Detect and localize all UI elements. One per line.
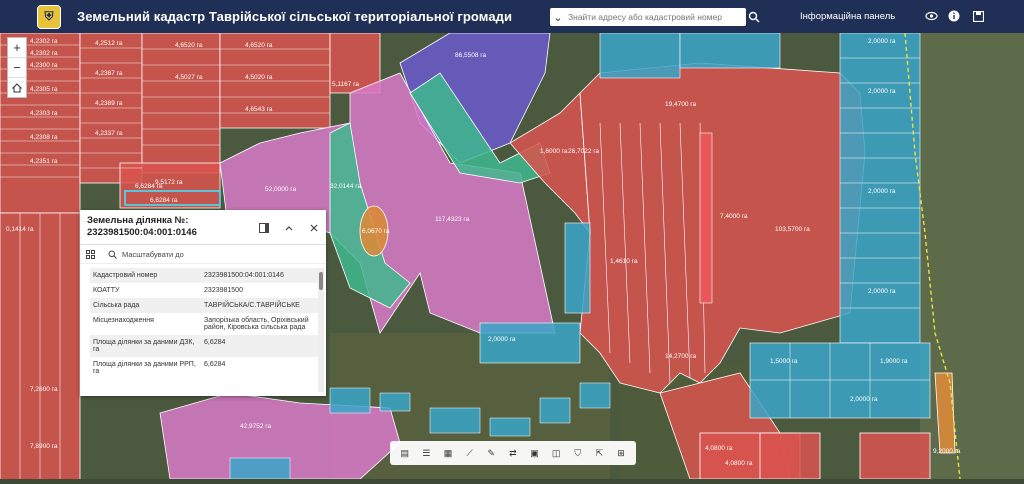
table-row: Сільська рада ТАВРІЙСЬКА/С.ТАВРІЙСЬКЕ — [90, 298, 318, 313]
parcel-label: 4,2308 га — [30, 134, 58, 141]
parcel-label: 117,4323 га — [435, 216, 470, 223]
parcel-label: 4,2387 га — [95, 70, 123, 77]
list-icon[interactable]: ☰ — [419, 446, 433, 460]
legend-icon[interactable]: ▦ — [441, 446, 455, 460]
home-icon[interactable] — [8, 78, 26, 97]
parcel-label: 0,1414 га — [6, 226, 34, 233]
table-row: Кадастровий номер 2323981500:04:001:0146 — [90, 268, 318, 283]
parcel-label: 86,5508 га — [455, 52, 487, 59]
table-row: КОАТТУ 2323981500 — [93, 287, 243, 294]
close-icon[interactable] — [308, 222, 320, 234]
parcel-label: 7,8900 га — [30, 443, 58, 450]
parcel-label: 1,9000 га — [880, 358, 908, 365]
save-icon[interactable] — [971, 9, 985, 23]
search-icon[interactable] — [748, 10, 762, 24]
parcel-blue-4[interactable] — [749, 342, 931, 419]
popup-title: Земельна ділянка №: 2323981500:04:001:01… — [87, 215, 197, 238]
print-icon[interactable]: ▣ — [528, 446, 542, 460]
chevron-up-icon[interactable] — [283, 222, 295, 234]
app-title: Земельний кадастр Таврійської сільської … — [77, 9, 513, 24]
parcel-label: 26,7022 га — [568, 148, 600, 155]
zoom-to-icon[interactable] — [106, 248, 118, 260]
parcel-label: 4,2302 га — [30, 50, 58, 57]
parcel-label: 4,6520 га — [175, 42, 203, 49]
layers-icon[interactable]: ▤ — [398, 446, 412, 460]
measure-icon[interactable]: ⟋ — [463, 446, 477, 460]
parcel-label: 6,0670 га — [362, 228, 390, 235]
table-row: Площа ділянки за даними РРП, га 6,6284 — [93, 361, 226, 375]
popup-actions: Масштабувати до — [80, 245, 326, 264]
search-box[interactable]: ⌄ — [550, 8, 746, 26]
eye-icon[interactable] — [924, 9, 938, 23]
parcel-label: 7,4000 га — [720, 213, 748, 220]
search-input[interactable] — [566, 11, 740, 23]
parcel-label: 4,5027 га — [175, 74, 203, 81]
parcel-label: 2,0000 га — [868, 38, 896, 45]
table-row: Площа ділянки за даними ДЗК, га 6,6284 — [90, 335, 318, 357]
parcel-label: 4,6520 га — [245, 42, 273, 49]
parcel-label: 1,6000 га — [540, 148, 568, 155]
chevron-down-icon[interactable]: ⌄ — [550, 11, 566, 24]
parcel-label: 103,5700 га — [775, 226, 810, 233]
popup-scrollbar[interactable] — [318, 268, 324, 392]
parcel-label: 2,0000 га — [868, 88, 896, 95]
filter-icon[interactable]: ⛉ — [571, 446, 585, 460]
parcel-blue-6[interactable] — [564, 222, 591, 314]
parcel-label: 42,9752 га — [240, 423, 272, 430]
info-panel-link[interactable]: Інформаційна панель — [800, 11, 895, 22]
popup-header: Земельна ділянка №: 2323981500:04:001:01… — [80, 210, 326, 245]
parcel-label: 4,2302 га — [30, 38, 58, 45]
parcel-label: 7,2600 га — [30, 386, 58, 393]
parcel-label: 2,0000 га — [868, 188, 896, 195]
parcel-label: 9,5172 га — [155, 179, 183, 186]
parcel-label: 2,0000 га — [850, 396, 878, 403]
parcel-label: 52,0000 га — [265, 186, 297, 193]
parcel-label: 4,2300 га — [30, 62, 58, 69]
parcel-red-bottom-4[interactable] — [859, 432, 931, 480]
export-icon[interactable]: ⇱ — [592, 446, 606, 460]
basemap-icon[interactable]: ⊞ — [614, 446, 628, 460]
zoom-out-button[interactable]: − — [8, 58, 26, 78]
zoom-to-button[interactable]: Масштабувати до — [122, 250, 184, 259]
draw-icon[interactable]: ✎ — [484, 446, 498, 460]
parcel-label: 4,2512 га — [95, 40, 123, 47]
parcel-label: 9,2000 га — [933, 448, 961, 455]
coat-of-arms-icon: ⛨ — [37, 4, 61, 29]
parcel-label: 2,0000 га — [488, 336, 516, 343]
parcel-popup: Земельна ділянка №: 2323981500:04:001:01… — [80, 210, 326, 396]
parcel-label: 14,2700 га — [665, 353, 697, 360]
parcel-label: 4,2351 га — [30, 158, 58, 165]
parcel-label: 2,0000 га — [868, 288, 896, 295]
parcel-label: 4,6543 га — [245, 106, 273, 113]
expand-icon[interactable] — [84, 248, 96, 260]
bottom-toolbar: ▤ ☰ ▦ ⟋ ✎ ⇄ ▣ ◫ ⛉ ⇱ ⊞ — [390, 441, 636, 465]
parcel-label: 5,1167 га — [332, 81, 359, 88]
table-row: Місцезнаходження Запорізька область, Оріх… — [93, 317, 309, 331]
parcel-label: 4,5020 га — [245, 74, 273, 81]
parcel-red-bottom-3[interactable] — [759, 432, 821, 480]
parcel-label: 4,0800 га — [725, 460, 753, 467]
parcel-label: 1,4610 га — [610, 258, 638, 265]
share-icon[interactable]: ⇄ — [506, 446, 520, 460]
parcel-label: 4,2389 га — [95, 100, 123, 107]
parcel-label: 6,6284 га — [150, 197, 178, 204]
bookmark-icon[interactable]: ◫ — [549, 446, 563, 460]
zoom-in-button[interactable]: + — [8, 38, 26, 58]
parcel-label: 4,2337 га — [95, 130, 123, 137]
parcel-label: 4,2303 га — [30, 110, 58, 117]
parcel-label: 4,2305 га — [30, 86, 58, 93]
parcel-label: 32,0144 га — [330, 183, 362, 190]
info-icon[interactable] — [947, 9, 961, 23]
parcel-label: 4,0800 га — [705, 445, 733, 452]
parcel-blue-2[interactable] — [679, 32, 781, 69]
parcel-label: 19,4700 га — [665, 101, 697, 108]
parcel-label: 1,5000 га — [770, 358, 798, 365]
attribute-table: Кадастровий номер 2323981500:04:001:0146 … — [90, 268, 318, 392]
dock-icon[interactable] — [258, 222, 270, 234]
zoom-controls: + − — [7, 37, 27, 98]
parcel-blue-5[interactable] — [479, 322, 581, 364]
parcel-blue-1[interactable] — [599, 32, 681, 79]
